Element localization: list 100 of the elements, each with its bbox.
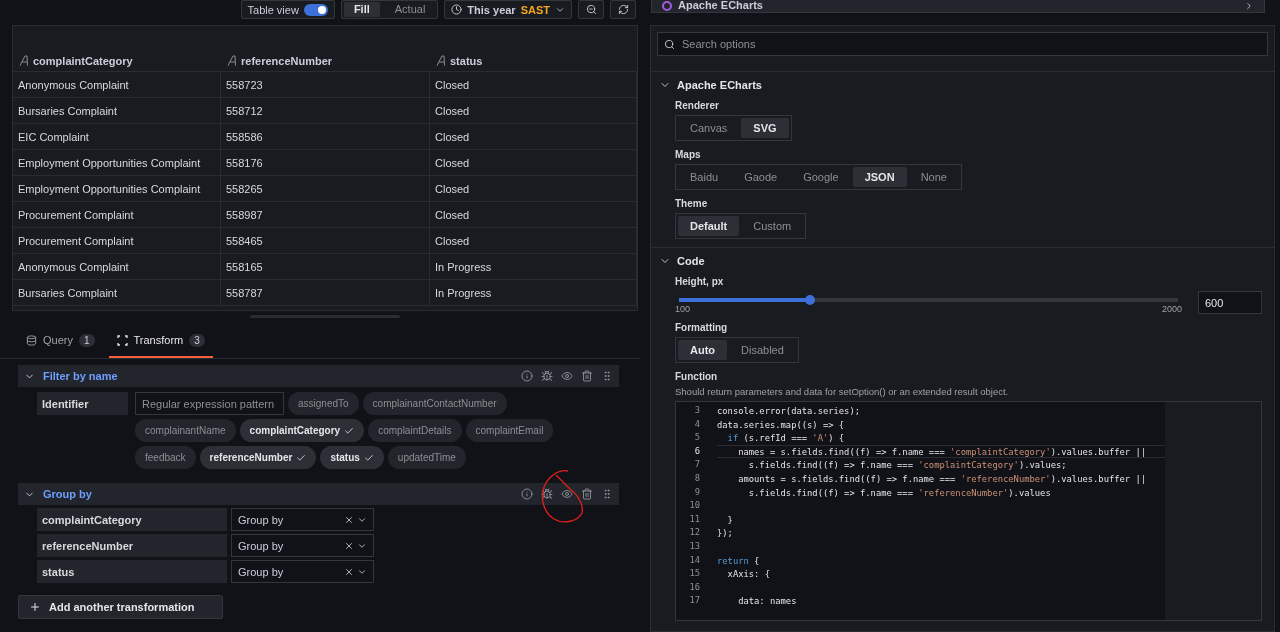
table-cell: Bursaries Complaint xyxy=(13,280,221,306)
regex-input[interactable]: Regular expression pattern xyxy=(135,392,284,415)
line-number: 13 xyxy=(688,539,701,553)
field-chip[interactable]: complainantContactNumber xyxy=(362,392,507,415)
fill-mode-option[interactable]: Fill xyxy=(343,2,380,17)
radio-option[interactable]: Gaode xyxy=(732,167,790,187)
line-number: 16 xyxy=(688,580,701,594)
line-number: 5 xyxy=(693,431,701,445)
field-chip[interactable]: status xyxy=(320,446,384,469)
line-number: 7 xyxy=(693,458,701,472)
table-cell: Closed xyxy=(430,176,637,202)
transformation-header[interactable]: Filter by name xyxy=(18,365,619,387)
info-icon[interactable] xyxy=(521,370,533,382)
line-number: 15 xyxy=(688,567,701,581)
field-chip[interactable]: feedback xyxy=(135,446,196,469)
option-label: Maps xyxy=(675,149,702,160)
height-input[interactable]: 600 xyxy=(1198,291,1262,314)
delete-icon[interactable] xyxy=(581,370,593,382)
radio-option[interactable]: SVG xyxy=(741,118,789,138)
bug-icon[interactable] xyxy=(541,488,553,500)
group-by-select[interactable]: Group by xyxy=(231,560,374,583)
search-input[interactable]: Search options xyxy=(680,37,1261,51)
radio-option[interactable]: Default xyxy=(678,216,740,236)
line-number: 11 xyxy=(688,512,701,526)
field-chip[interactable]: complaintEmail xyxy=(465,419,554,442)
eye-icon[interactable] xyxy=(561,488,573,500)
slider-thumb[interactable] xyxy=(805,295,816,305)
editor-tab[interactable]: Transform 3 xyxy=(108,330,213,358)
field-chip[interactable]: referenceNumber xyxy=(199,446,317,469)
eye-icon[interactable] xyxy=(561,370,573,382)
code-line: s.fields.find((f) => f.name === 'complaintCategory').values; xyxy=(747,459,1068,472)
section-header[interactable]: Code xyxy=(659,254,705,268)
code-line: s.fields.find((f) => f.name === 'referenceNumber').values xyxy=(747,486,1052,500)
radio-option[interactable]: Disabled xyxy=(729,340,796,360)
code-line: data.series.map((s) => { xyxy=(717,418,846,432)
check-icon xyxy=(296,452,307,463)
code-line: return { xyxy=(717,554,761,568)
time-range-picker[interactable]: This year SAST xyxy=(444,0,572,19)
line-number: 9 xyxy=(693,485,701,499)
chevron-right-icon xyxy=(1244,1,1254,11)
table-cell: Closed xyxy=(430,72,637,98)
text-type-icon xyxy=(227,55,237,66)
column-header[interactable]: status xyxy=(450,54,483,67)
field-chip[interactable]: complaintCategory xyxy=(239,419,365,442)
line-number: 12 xyxy=(688,526,701,540)
check-icon xyxy=(363,452,374,463)
code-editor[interactable] xyxy=(675,401,1262,621)
fill-mode-option[interactable]: Actual xyxy=(384,2,436,17)
field-chip[interactable]: complaintDetails xyxy=(368,419,462,442)
search-field[interactable]: Search options xyxy=(657,32,1268,56)
option-label: Theme xyxy=(675,198,709,209)
check-icon xyxy=(344,425,355,436)
table-cell: 558176 xyxy=(221,150,430,176)
clear-icon xyxy=(344,514,354,525)
info-icon[interactable] xyxy=(521,488,533,500)
table-cell: 558586 xyxy=(221,124,430,150)
field-chip[interactable]: complainantName xyxy=(135,419,236,442)
visualization-picker[interactable]: Apache ECharts xyxy=(651,0,1265,13)
line-number: 3 xyxy=(693,404,701,417)
toggle-switch[interactable] xyxy=(303,3,328,16)
field-chip[interactable]: updatedTime xyxy=(387,446,466,469)
section-header[interactable]: Apache ECharts xyxy=(659,78,762,92)
group-by-select[interactable]: Group by xyxy=(231,508,374,531)
field-chip[interactable]: assignedTo xyxy=(288,392,359,415)
editor-tab[interactable]: Query 1 xyxy=(18,330,103,358)
option-label: Function xyxy=(675,371,719,382)
radio-option[interactable]: Canvas xyxy=(678,118,740,138)
radio-option[interactable]: Google xyxy=(791,167,851,187)
radio-option[interactable]: Baidu xyxy=(678,167,731,187)
drag-handle-icon[interactable] xyxy=(601,488,613,500)
zoom-out-button[interactable] xyxy=(578,0,604,19)
radio-option[interactable]: JSON xyxy=(852,167,907,187)
column-header[interactable]: referenceNumber xyxy=(241,54,333,67)
clock-icon xyxy=(451,4,463,15)
radio-option[interactable]: None xyxy=(908,167,959,187)
line-number: 6 xyxy=(693,444,701,458)
column-header[interactable]: complaintCategory xyxy=(33,54,133,67)
table-view-toggle[interactable]: Table view xyxy=(240,0,335,19)
table-cell: Closed xyxy=(430,124,637,150)
logo-icon xyxy=(662,1,672,11)
table-cell: Employment Opportunities Complaint xyxy=(13,150,221,176)
text-type-icon xyxy=(19,55,29,66)
radio-option[interactable]: Auto xyxy=(678,340,728,360)
field-label: Identifier xyxy=(37,392,128,415)
clear-icon xyxy=(344,540,354,551)
transform-icon xyxy=(116,334,128,346)
delete-icon[interactable] xyxy=(581,488,593,500)
refresh-button[interactable] xyxy=(610,0,636,19)
group-by-select[interactable]: Group by xyxy=(231,534,374,557)
drag-handle-icon[interactable] xyxy=(601,370,613,382)
option-label: Renderer xyxy=(675,100,720,111)
add-transformation-button[interactable]: Add another transformation xyxy=(18,595,223,619)
slider-min: 100 xyxy=(675,304,691,314)
text-type-icon xyxy=(436,55,446,66)
transformation-header[interactable]: Group by xyxy=(18,483,619,505)
bug-icon[interactable] xyxy=(541,370,553,382)
table-cell: Procurement Complaint xyxy=(13,202,221,228)
radio-option[interactable]: Custom xyxy=(741,216,804,236)
table-cell: 558723 xyxy=(221,72,430,98)
count-badge: 1 xyxy=(78,333,95,347)
